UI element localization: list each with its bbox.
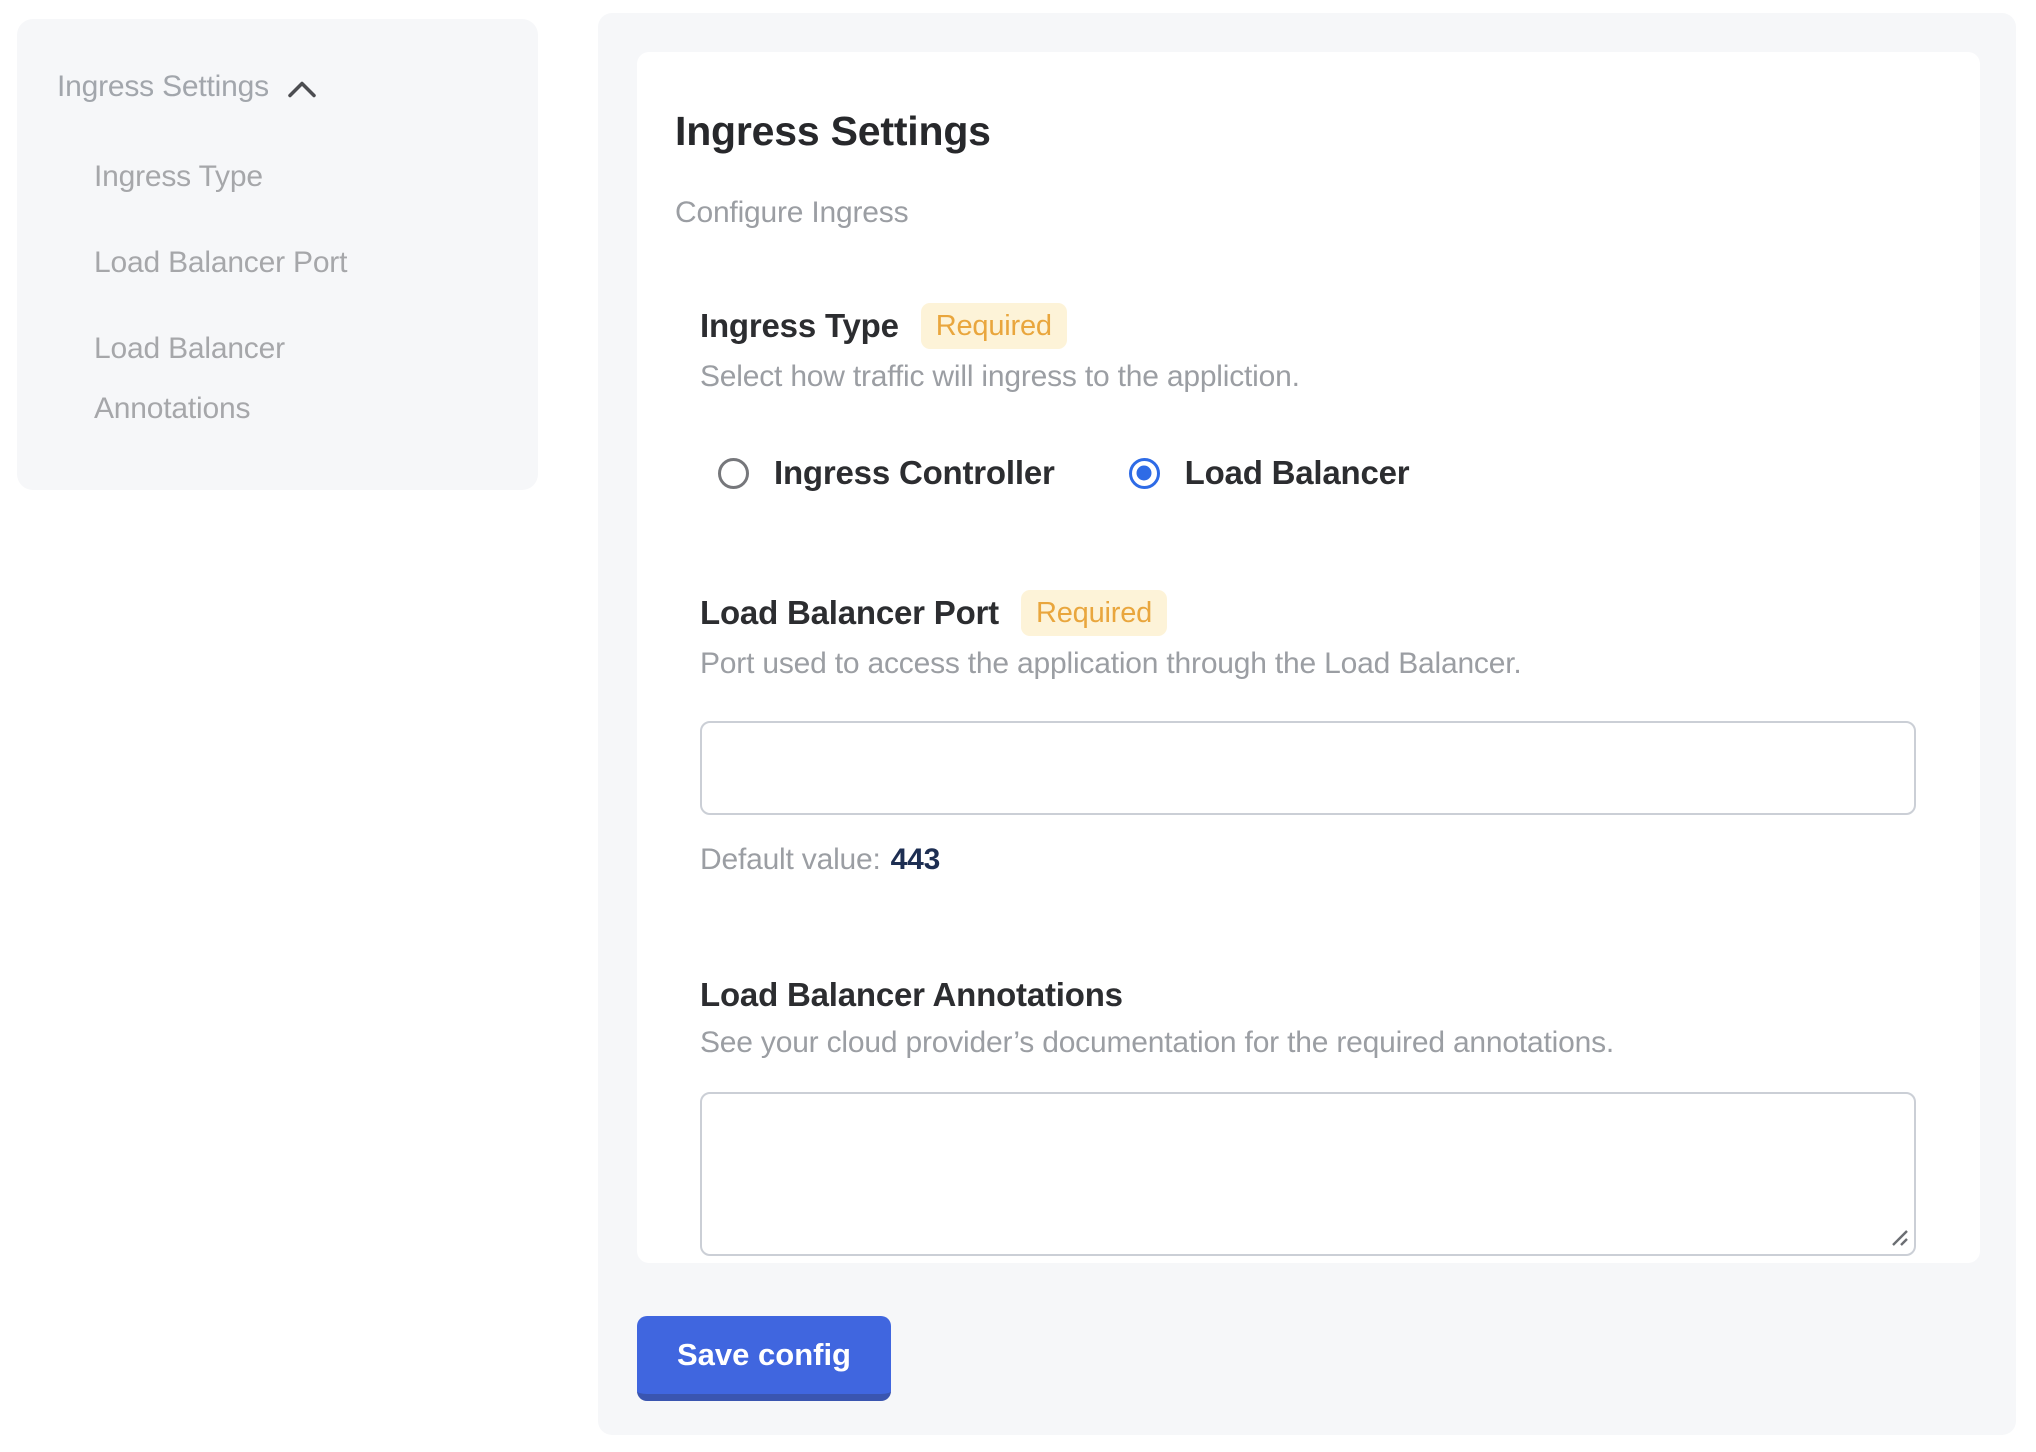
load-balancer-annotations-label: Load Balancer Annotations xyxy=(700,975,1123,1015)
default-value: 443 xyxy=(891,843,940,876)
section-ingress-type: Ingress Type Required Select how traffic… xyxy=(700,303,1916,492)
radio-option-ingress-controller[interactable]: Ingress Controller xyxy=(718,454,1055,492)
radio-option-label: Load Balancer xyxy=(1185,454,1410,492)
sidebar-item-load-balancer-annotations[interactable]: Load Balancer Annotations xyxy=(94,319,434,439)
section-load-balancer-annotations: Load Balancer Annotations See your cloud… xyxy=(700,975,1916,1256)
radio-unselected-icon xyxy=(718,458,749,489)
sidebar-item-list: Ingress Type Load Balancer Port Load Bal… xyxy=(57,147,510,439)
load-balancer-annotations-label-row: Load Balancer Annotations xyxy=(700,975,1916,1015)
ingress-type-radio-group: Ingress Controller Load Balancer xyxy=(700,454,1916,492)
required-badge: Required xyxy=(1021,590,1167,636)
sidebar-item-ingress-type[interactable]: Ingress Type xyxy=(94,147,434,207)
load-balancer-port-description: Port used to access the application thro… xyxy=(700,645,1916,683)
load-balancer-port-label: Load Balancer Port xyxy=(700,593,999,633)
ingress-settings-card: Ingress Settings Configure Ingress Ingre… xyxy=(637,52,1980,1263)
ingress-type-label: Ingress Type xyxy=(700,306,899,346)
config-sidebar: Ingress Settings Ingress Type Load Balan… xyxy=(17,19,538,490)
radio-option-label: Ingress Controller xyxy=(774,454,1055,492)
radio-option-load-balancer[interactable]: Load Balancer xyxy=(1129,454,1410,492)
sidebar-section-toggle[interactable]: Ingress Settings xyxy=(57,69,510,105)
chevron-up-icon xyxy=(287,80,317,99)
load-balancer-port-label-row: Load Balancer Port Required xyxy=(700,590,1916,636)
page-subtitle: Configure Ingress xyxy=(675,195,1916,231)
save-config-button[interactable]: Save config xyxy=(637,1316,891,1401)
load-balancer-port-input[interactable] xyxy=(700,721,1916,815)
sidebar-item-load-balancer-port[interactable]: Load Balancer Port xyxy=(94,233,434,293)
resize-grip-icon[interactable] xyxy=(1888,1226,1910,1248)
radio-selected-icon xyxy=(1129,458,1160,489)
form-sections: Ingress Type Required Select how traffic… xyxy=(700,303,1916,1256)
ingress-type-description: Select how traffic will ingress to the a… xyxy=(700,358,1916,396)
default-value-line: Default value: 443 xyxy=(700,843,1916,877)
section-load-balancer-port: Load Balancer Port Required Port used to… xyxy=(700,590,1916,877)
settings-panel: Ingress Settings Configure Ingress Ingre… xyxy=(598,13,2016,1435)
annotations-textarea-wrap xyxy=(700,1092,1916,1256)
page-title: Ingress Settings xyxy=(675,107,1916,155)
default-value-label: Default value: xyxy=(700,843,881,876)
required-badge: Required xyxy=(921,303,1067,349)
load-balancer-annotations-description: See your cloud provider’s documentation … xyxy=(700,1024,1916,1062)
sidebar-section-title: Ingress Settings xyxy=(57,69,269,105)
load-balancer-annotations-textarea[interactable] xyxy=(700,1092,1916,1256)
ingress-type-label-row: Ingress Type Required xyxy=(700,303,1916,349)
